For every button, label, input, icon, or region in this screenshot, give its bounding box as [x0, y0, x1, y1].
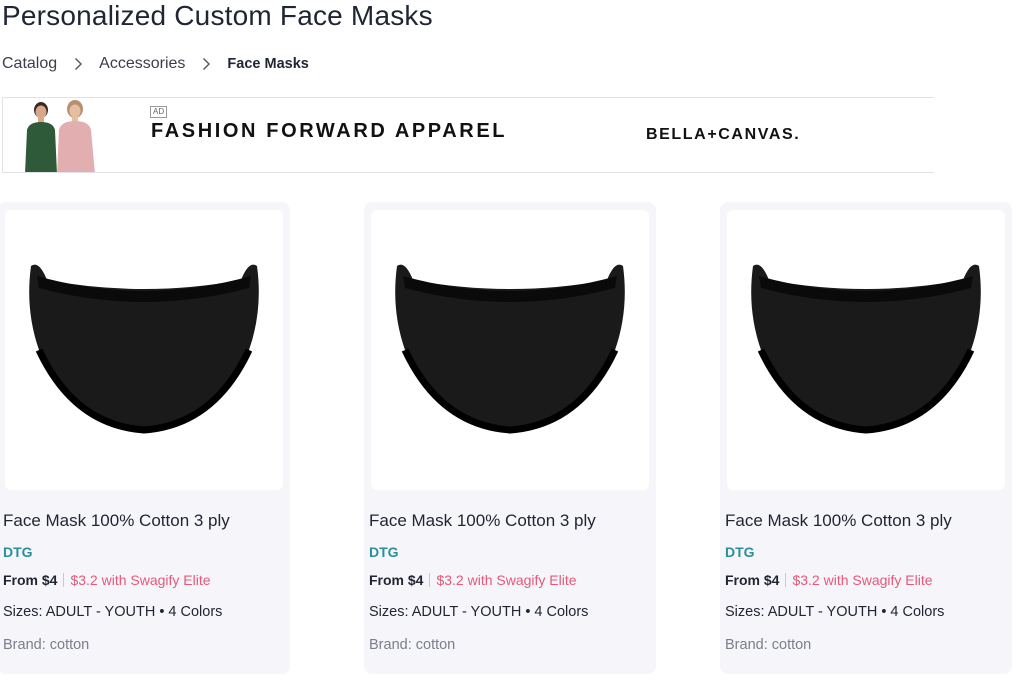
- face-mask-image: [751, 264, 981, 434]
- price-divider: [63, 573, 65, 587]
- sizes-info: Sizes: ADULT - YOUTH • 4 Colors: [369, 604, 589, 620]
- product-card[interactable]: Face Mask 100% Cotton 3 ply DTG From $4 …: [0, 202, 290, 674]
- product-image[interactable]: [5, 210, 283, 490]
- price-divider: [785, 573, 787, 587]
- breadcrumb-accessories[interactable]: Accessories: [99, 55, 185, 73]
- price: From $4: [369, 572, 424, 588]
- product-card[interactable]: Face Mask 100% Cotton 3 ply DTG From $4 …: [364, 202, 656, 674]
- price: From $4: [725, 572, 780, 588]
- ad-brand-logo: BELLA+CANVAS.: [646, 126, 801, 143]
- price-row: From $4 $3.2 with Swagify Elite: [725, 572, 933, 588]
- elite-price: $3.2 with Swagify Elite: [70, 572, 211, 588]
- print-method-tag: DTG: [369, 544, 399, 560]
- ad-banner[interactable]: AD FASHION FORWARD APPAREL BELLA+CANVAS.: [2, 97, 934, 173]
- face-mask-image: [395, 264, 625, 434]
- product-name[interactable]: Face Mask 100% Cotton 3 ply: [369, 511, 596, 531]
- breadcrumb-catalog[interactable]: Catalog: [2, 55, 57, 73]
- ad-badge: AD: [150, 106, 168, 118]
- page-title: Personalized Custom Face Masks: [2, 0, 433, 31]
- face-mask-image: [29, 264, 259, 434]
- product-card[interactable]: Face Mask 100% Cotton 3 ply DTG From $4 …: [720, 202, 1012, 674]
- price-divider: [429, 573, 431, 587]
- brand-info: Brand: cotton: [725, 637, 812, 653]
- brand-info: Brand: cotton: [369, 637, 456, 653]
- chevron-right-icon: [199, 57, 213, 71]
- product-image[interactable]: [727, 210, 1005, 490]
- breadcrumb: Catalog Accessories Face Masks: [2, 55, 309, 73]
- ad-models-image: [25, 100, 95, 172]
- print-method-tag: DTG: [725, 544, 755, 560]
- chevron-right-icon: [71, 57, 85, 71]
- price: From $4: [3, 572, 58, 588]
- product-image[interactable]: [371, 210, 649, 490]
- breadcrumb-face-masks: Face Masks: [227, 56, 309, 72]
- sizes-info: Sizes: ADULT - YOUTH • 4 Colors: [3, 604, 223, 620]
- ad-headline: FASHION FORWARD APPAREL: [151, 120, 508, 142]
- price-row: From $4 $3.2 with Swagify Elite: [369, 572, 577, 588]
- sizes-info: Sizes: ADULT - YOUTH • 4 Colors: [725, 604, 945, 620]
- product-name[interactable]: Face Mask 100% Cotton 3 ply: [725, 511, 952, 531]
- print-method-tag: DTG: [3, 544, 33, 560]
- product-name[interactable]: Face Mask 100% Cotton 3 ply: [3, 511, 230, 531]
- elite-price: $3.2 with Swagify Elite: [436, 572, 577, 588]
- elite-price: $3.2 with Swagify Elite: [792, 572, 933, 588]
- price-row: From $4 $3.2 with Swagify Elite: [3, 572, 211, 588]
- brand-info: Brand: cotton: [3, 637, 90, 653]
